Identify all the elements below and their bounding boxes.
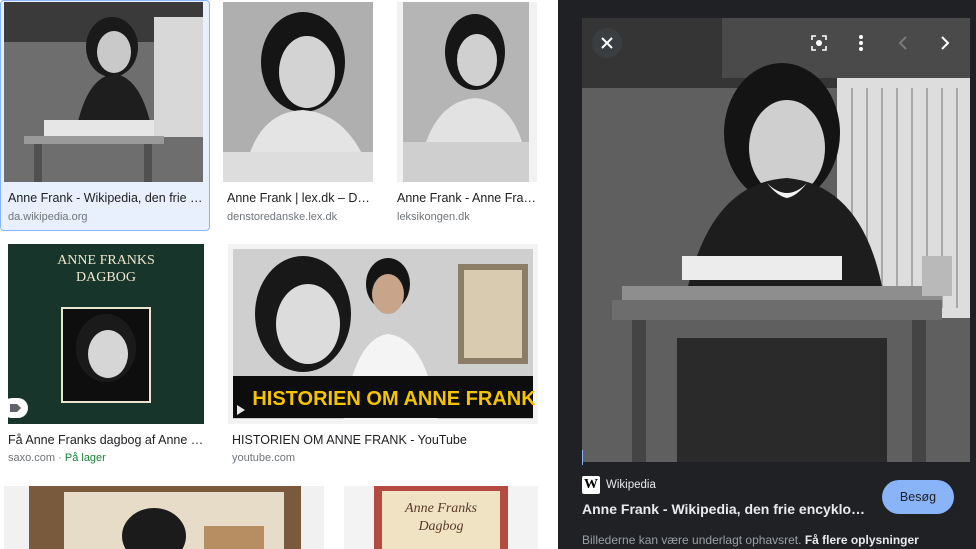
book2-title-line2: Dagbog <box>417 519 463 534</box>
wikipedia-icon: W <box>582 476 600 494</box>
result-source: leksikongen.dk <box>397 211 470 223</box>
result-card-row3-a[interactable] <box>4 486 324 549</box>
result-card-saxo[interactable]: ANNE FRANKS DAGBOG Få Anne Franks dagbog… <box>2 244 208 470</box>
result-thumbnail[interactable]: Anne Franks Dagbog <box>344 486 538 549</box>
previous-button[interactable] <box>888 28 918 58</box>
copyright-notice: Billederne kan være underlagt ophavsret.… <box>582 533 919 547</box>
search-in-image-button[interactable] <box>804 28 834 58</box>
more-options-button[interactable] <box>846 28 876 58</box>
preview-title[interactable]: Anne Frank - Wikipedia, den frie encyklo… <box>582 501 872 517</box>
more-info-link[interactable]: Få flere oplysninger <box>805 533 919 547</box>
chevron-right-icon <box>941 36 950 50</box>
result-source: da.wikipedia.org <box>8 211 88 223</box>
video-banner-text: HISTORIEN OM ANNE FRANK <box>252 388 536 410</box>
preview-source-name[interactable]: Wikipedia <box>606 479 656 491</box>
result-thumbnail[interactable] <box>223 2 373 182</box>
tag-icon <box>2 398 28 418</box>
result-source: saxo.com · På lager <box>8 452 106 464</box>
close-button[interactable] <box>592 28 622 58</box>
image-preview-panel: W Wikipedia Anne Frank - Wikipedia, den … <box>558 0 976 549</box>
result-thumbnail[interactable] <box>4 486 324 549</box>
play-icon <box>232 402 248 418</box>
result-thumbnail[interactable] <box>4 2 203 182</box>
result-card-row3-b[interactable]: Anne Franks Dagbog <box>344 486 540 549</box>
result-thumbnail[interactable] <box>397 2 537 182</box>
result-source: denstoredanske.lex.dk <box>227 211 338 223</box>
result-title[interactable]: HISTORIEN OM ANNE FRANK - YouTube <box>232 433 532 447</box>
visit-button[interactable]: Besøg <box>882 480 954 514</box>
next-button[interactable] <box>930 28 960 58</box>
result-source: youtube.com <box>232 452 295 464</box>
more-vert-icon <box>859 35 863 51</box>
close-icon <box>601 37 613 49</box>
preview-source[interactable]: W Wikipedia <box>582 476 656 494</box>
result-card-leksikongen[interactable]: Anne Frank - Anne Fran… leksikongen.dk <box>397 2 542 228</box>
result-card-youtube[interactable]: HISTORIEN OM ANNE FRANK HISTORIEN OM ANN… <box>228 244 540 470</box>
result-thumbnail[interactable]: HISTORIEN OM ANNE FRANK <box>228 244 538 424</box>
stock-status: På lager <box>64 452 106 464</box>
book-title-line2: DAGBOG <box>76 270 136 285</box>
image-results-grid: Anne Frank - Wikipedia, den frie e… da.w… <box>0 0 556 549</box>
lens-icon <box>811 35 827 51</box>
result-title[interactable]: Anne Frank - Wikipedia, den frie e… <box>8 191 204 205</box>
result-card-wikipedia[interactable]: Anne Frank - Wikipedia, den frie e… da.w… <box>4 2 208 228</box>
result-title[interactable]: Få Anne Franks dagbog af Anne F… <box>8 433 204 447</box>
result-title[interactable]: Anne Frank | lex.dk – De… <box>227 191 375 205</box>
chevron-left-icon <box>898 36 907 50</box>
result-thumbnail[interactable]: ANNE FRANKS DAGBOG <box>8 244 204 424</box>
text-cursor <box>582 450 583 465</box>
preview-image[interactable] <box>582 18 970 462</box>
book-title-line1: ANNE FRANKS <box>57 253 155 268</box>
result-card-lexdk[interactable]: Anne Frank | lex.dk – De… denstoredanske… <box>223 2 383 228</box>
copyright-text: Billederne kan være underlagt ophavsret. <box>582 533 802 547</box>
result-title[interactable]: Anne Frank - Anne Fran… <box>397 191 537 205</box>
book2-title-line1: Anne Franks <box>404 501 477 516</box>
